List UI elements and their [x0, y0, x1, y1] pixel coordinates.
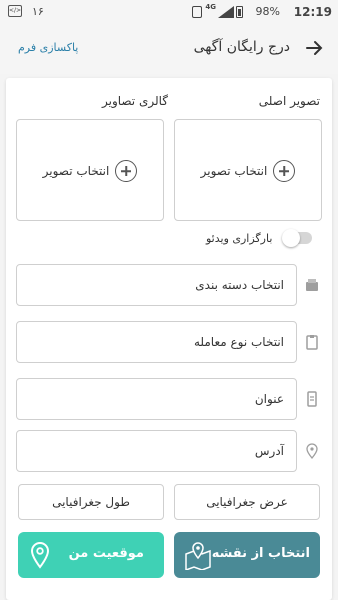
main-image-picker[interactable]: انتخاب تصویر — [174, 119, 322, 221]
status-bar: </> ١۶ 4G 98% 12:19 — [0, 0, 338, 24]
notification-count: ١۶ — [32, 5, 44, 18]
toggle-knob — [282, 229, 300, 247]
main-image-select-label: انتخاب تصویر — [200, 164, 268, 178]
address-row: آدرس — [6, 430, 332, 472]
network-type: 4G — [205, 3, 216, 11]
video-upload-label: بارگزاری ویدئو — [206, 232, 273, 245]
clock: 12:19 — [293, 5, 332, 19]
main-image-label: تصویر اصلی — [258, 94, 320, 108]
pick-from-map-button[interactable]: انتخاب از نقشه — [174, 532, 320, 578]
form-card: تصویر اصلی گالری تصاویر انتخاب تصویر انت… — [6, 78, 332, 600]
add-circle-icon — [273, 160, 296, 182]
address-input[interactable]: آدرس — [16, 430, 297, 472]
gallery-label: گالری تصاویر — [101, 94, 168, 108]
title-icon — [307, 391, 317, 407]
my-location-button[interactable]: موقعیت من — [18, 532, 164, 578]
code-icon: </> — [8, 5, 22, 17]
vibrate-icon — [192, 6, 202, 18]
longitude-field[interactable]: طول جغرافیایی — [18, 484, 164, 520]
battery-percent: 98% — [255, 5, 280, 18]
signal-icon — [218, 6, 234, 18]
category-row: انتخاب دسته بندی — [6, 264, 332, 306]
location-pin-icon — [306, 443, 318, 459]
reset-form-button[interactable]: پاکسازی فرم — [18, 41, 78, 54]
deal-type-row: انتخاب نوع معامله — [6, 321, 332, 363]
location-pin-icon — [30, 542, 50, 569]
video-upload-row: بارگزاری ویدئو — [6, 228, 332, 250]
title-row: عنوان — [6, 378, 332, 420]
add-circle-icon — [115, 160, 138, 182]
title-input[interactable]: عنوان — [16, 378, 297, 420]
category-select[interactable]: انتخاب دسته بندی — [16, 264, 297, 306]
gallery-image-picker[interactable]: انتخاب تصویر — [16, 119, 164, 221]
back-arrow-icon[interactable] — [304, 38, 324, 58]
pick-from-map-label: انتخاب از نقشه — [211, 546, 310, 561]
category-icon — [306, 279, 318, 291]
clipboard-icon — [306, 335, 318, 350]
video-upload-toggle[interactable] — [282, 229, 312, 247]
my-location-label: موقعیت من — [68, 546, 144, 561]
map-icon — [185, 542, 211, 570]
gallery-select-label: انتخاب تصویر — [42, 164, 110, 178]
page-title: درج رایگان آگهی — [193, 39, 290, 55]
latitude-field[interactable]: عرض جغرافیایی — [174, 484, 320, 520]
battery-icon — [236, 6, 243, 18]
deal-type-select[interactable]: انتخاب نوع معامله — [16, 321, 297, 363]
app-bar: درج رایگان آگهی پاکسازی فرم — [0, 24, 338, 74]
